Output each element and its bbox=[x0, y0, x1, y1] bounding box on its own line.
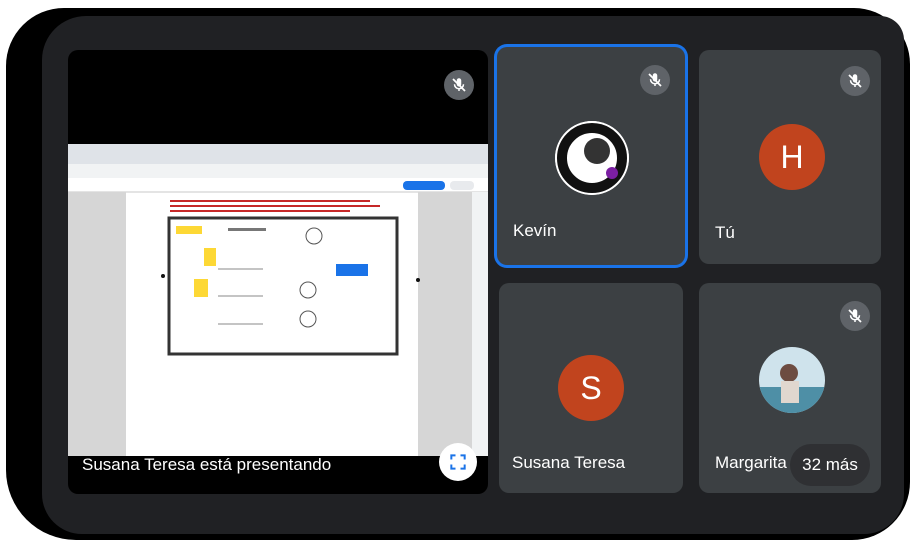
mic-off-icon bbox=[444, 70, 474, 100]
avatar bbox=[555, 121, 629, 195]
fullscreen-icon bbox=[450, 454, 466, 470]
mic-off-icon bbox=[640, 65, 670, 95]
avatar: H bbox=[759, 124, 825, 190]
participant-name: Kevín bbox=[513, 221, 557, 240]
presentation-tile[interactable]: Susana Teresa está presentando bbox=[68, 50, 488, 494]
participant-name: Tú bbox=[715, 223, 735, 242]
participant-tile-susana[interactable]: S Susana Teresa bbox=[499, 283, 683, 493]
more-participants-chip[interactable]: 32 más bbox=[790, 444, 870, 486]
mic-off-icon bbox=[840, 66, 870, 96]
avatar: S bbox=[558, 355, 624, 421]
fullscreen-button[interactable] bbox=[439, 443, 477, 481]
participant-tile-tu[interactable]: H Tú bbox=[699, 50, 881, 264]
mic-off-icon bbox=[840, 301, 870, 331]
participant-tile-kevin[interactable]: Kevín bbox=[497, 47, 685, 265]
avatar bbox=[759, 347, 825, 413]
presenting-caption: Susana Teresa está presentando bbox=[82, 455, 332, 474]
shared-screen bbox=[68, 144, 488, 456]
participant-name: Susana Teresa bbox=[512, 453, 626, 472]
